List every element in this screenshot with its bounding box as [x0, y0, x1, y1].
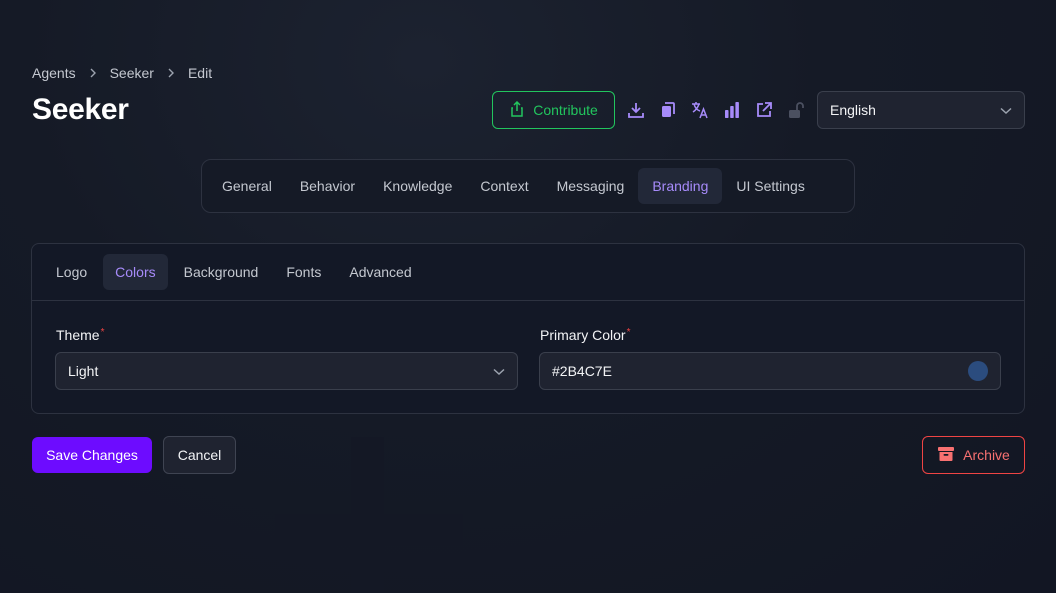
- translate-icon[interactable]: [689, 99, 711, 121]
- breadcrumb-item-seeker[interactable]: Seeker: [110, 65, 154, 81]
- chevron-right-icon: [166, 68, 176, 78]
- chevron-down-icon: [1000, 102, 1012, 118]
- required-marker: *: [626, 327, 631, 338]
- primary-color-label-text: Primary Color: [540, 327, 626, 343]
- contribute-button[interactable]: Contribute: [492, 91, 615, 129]
- contribute-label: Contribute: [533, 102, 598, 118]
- breadcrumb: Agents Seeker Edit: [32, 65, 212, 81]
- tab-branding[interactable]: Branding: [638, 168, 723, 204]
- branding-card: Logo Colors Background Fonts Advanced Th…: [31, 243, 1025, 414]
- subtab-fonts[interactable]: Fonts: [274, 254, 333, 290]
- color-swatch[interactable]: [968, 361, 988, 381]
- breadcrumb-item-edit: Edit: [187, 65, 213, 81]
- analytics-icon[interactable]: [721, 99, 743, 121]
- required-marker: *: [100, 327, 105, 338]
- tab-knowledge[interactable]: Knowledge: [369, 168, 466, 204]
- copy-icon[interactable]: [657, 99, 679, 121]
- save-changes-button[interactable]: Save Changes: [32, 437, 152, 473]
- unlock-icon[interactable]: [785, 99, 807, 121]
- primary-color-value: #2B4C7E: [552, 363, 612, 379]
- breadcrumb-item-agents[interactable]: Agents: [32, 65, 76, 81]
- primary-color-input[interactable]: #2B4C7E: [539, 352, 1001, 390]
- tab-messaging[interactable]: Messaging: [543, 168, 639, 204]
- subtab-colors[interactable]: Colors: [103, 254, 168, 290]
- language-value: English: [830, 102, 876, 118]
- theme-label: Theme*: [56, 327, 104, 343]
- theme-label-text: Theme: [56, 327, 100, 343]
- chevron-down-icon: [493, 363, 505, 379]
- tab-ui-settings[interactable]: UI Settings: [722, 168, 818, 204]
- branding-sub-tabs: Logo Colors Background Fonts Advanced: [32, 244, 1024, 301]
- tab-general[interactable]: General: [208, 168, 286, 204]
- background-cross-horizontal: [275, 514, 463, 546]
- subtab-background[interactable]: Background: [172, 254, 271, 290]
- chevron-right-icon: [88, 68, 98, 78]
- primary-color-label: Primary Color*: [540, 327, 630, 343]
- archive-label: Archive: [963, 447, 1010, 463]
- tab-behavior[interactable]: Behavior: [286, 168, 369, 204]
- subtab-logo[interactable]: Logo: [44, 254, 99, 290]
- theme-select[interactable]: Light: [55, 352, 518, 390]
- external-link-icon[interactable]: [753, 99, 775, 121]
- page-title: Seeker: [32, 93, 129, 126]
- cancel-button[interactable]: Cancel: [163, 436, 236, 474]
- archive-icon: [937, 446, 955, 465]
- theme-value: Light: [68, 363, 99, 379]
- language-select[interactable]: English: [817, 91, 1025, 129]
- subtab-advanced[interactable]: Advanced: [337, 254, 423, 290]
- download-icon[interactable]: [625, 99, 647, 121]
- header-toolbar: [625, 99, 807, 121]
- archive-button[interactable]: Archive: [922, 436, 1025, 474]
- tab-context[interactable]: Context: [466, 168, 542, 204]
- share-upload-icon: [509, 100, 525, 120]
- main-tabs: General Behavior Knowledge Context Messa…: [201, 159, 855, 213]
